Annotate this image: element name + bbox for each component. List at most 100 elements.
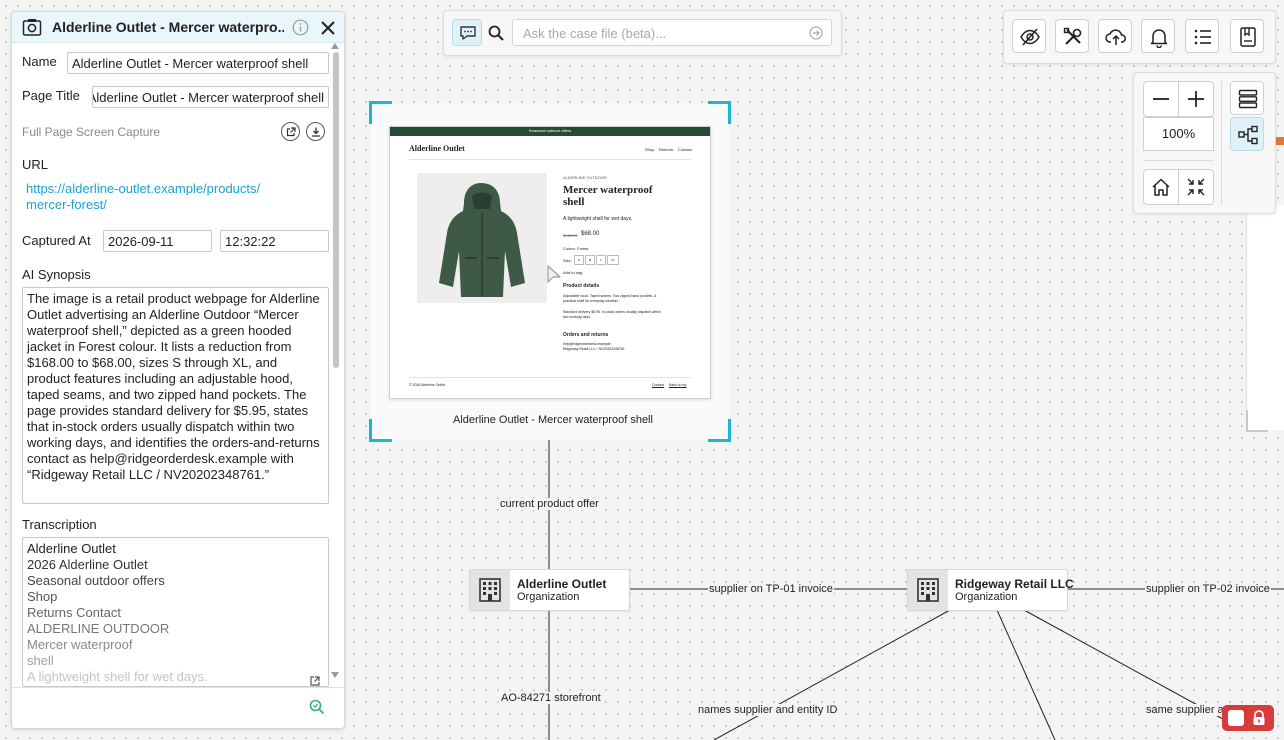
transcription-line: 2026 Alderline Outlet [27,557,148,572]
cloud-upload-button[interactable] [1098,19,1132,53]
zoom-in-button[interactable] [1178,81,1214,117]
edge-label-names-supplier[interactable]: names supplier and entity ID [697,704,839,716]
url-link-line2[interactable]: mercer-forest/ [26,196,107,213]
submit-arrow-icon[interactable] [809,26,823,40]
selection-corner-tl [369,101,392,124]
panel-footer-divider [12,687,344,688]
zoom-controls: 100% [1133,72,1276,214]
thumb-old-price: $168.00 [563,233,578,238]
zoom-divider [1143,160,1214,161]
offscreen-card-frame-corner [1246,410,1268,432]
list-icon [1194,29,1211,45]
thumb-eyebrow: ALDERLINE OUTDOOR [563,175,607,180]
thumb-delivery-text-2: two working days. [563,315,591,319]
selection-corner-tr [708,101,731,124]
hide-button[interactable] [1012,19,1046,53]
layout-list-button[interactable] [1230,81,1264,115]
thumb-nav-returns: Returns [659,147,674,152]
search-input[interactable]: Ask the case file (beta)... [512,19,832,46]
transcription-line: Mercer waterproof [27,637,133,652]
expand-icon[interactable] [309,675,321,687]
ai-synopsis-text[interactable]: The image is a retail product webpage fo… [22,287,329,504]
transcription-line: Seasonal outdoor offers [27,573,165,588]
open-external-icon [286,127,296,137]
clipboard-icon [1240,27,1256,47]
home-button[interactable] [1143,169,1179,205]
name-field[interactable]: Alderline Outlet - Mercer waterproof she… [67,52,329,74]
page-title-label: Page Title [22,88,80,103]
tools-button[interactable] [1055,19,1089,53]
page-title-value: Alderline Outlet - Mercer waterproof she… [92,90,324,105]
layout-tree-button[interactable] [1230,117,1264,151]
thumb-details-text-1: Adjustable hood. Taped seams. Two zipped… [563,294,657,298]
bell-icon [1150,29,1168,48]
url-link-line1[interactable]: https://alderline-outlet.example/product… [26,180,260,197]
edge-label-same-supplier[interactable]: same supplier ar [1145,704,1229,716]
screenshot-node[interactable]: Seasonal outdoor offers Alderline Outlet… [369,101,731,442]
fit-view-button[interactable] [1178,169,1214,205]
thumb-orders-heading: Orders and returns [563,332,609,338]
offscreen-card[interactable] [1246,205,1284,430]
tree-layout-icon [1238,125,1258,145]
thumb-details-heading: Product details [563,283,600,289]
building-icon [470,570,510,610]
ai-synopsis-label: AI Synopsis [22,267,91,282]
list-button[interactable] [1185,19,1219,53]
thumb-divider [409,159,691,160]
node-type: Organization [517,591,580,603]
open-external-button[interactable] [281,122,300,141]
thumb-size-label: Size: [563,258,572,263]
zoom-search-icon[interactable] [309,699,325,715]
collapse-arrows-icon [1187,178,1205,196]
info-icon[interactable] [292,19,309,36]
notifications-button[interactable] [1141,19,1175,53]
thumb-size-xl: XL [607,255,619,265]
transcription-line: Alderline Outlet [27,541,116,556]
chat-toggle-button[interactable] [452,19,482,46]
url-label: URL [22,157,49,172]
node-ridgeway-retail[interactable]: Ridgeway Retail LLC Organization [907,569,1074,611]
thumb-footer-top: Back to top [669,383,687,387]
home-icon [1152,178,1170,196]
minus-icon [1153,98,1169,100]
download-button[interactable] [306,122,325,141]
stacked-rows-icon [1238,89,1258,109]
zoom-out-button[interactable] [1143,81,1179,117]
thumb-banner-text: Seasonal outdoor offers [528,128,572,133]
page-title-field[interactable]: Alderline Outlet - Mercer waterproof she… [92,86,329,108]
details-panel: Alderline Outlet - Mercer waterpro... Na… [11,11,345,729]
thumb-nav-contact: Contact [678,147,692,152]
camera-icon [22,19,42,36]
thumb-size-m: M [585,255,595,265]
download-icon [312,127,320,137]
eye-slash-icon [1020,28,1040,46]
edge-label-supplier-tp01[interactable]: supplier on TP-01 invoice [708,583,834,595]
zoom-level[interactable]: 100% [1143,117,1214,151]
search-icon[interactable] [487,24,505,42]
scroll-down-arrow[interactable] [331,672,339,678]
screenshot-thumbnail[interactable]: Seasonal outdoor offers Alderline Outlet… [389,126,711,399]
captured-time-field[interactable]: 12:32:22 [220,230,329,252]
checkbox-icon [1228,710,1244,726]
edge-label-supplier-tp02[interactable]: supplier on TP-02 invoice [1145,583,1271,595]
captured-date-field[interactable]: 2026-09-11 [103,230,212,252]
clipboard-button[interactable] [1230,19,1264,53]
cursor-icon [547,265,561,283]
edge-label-storefront[interactable]: AO-84271 storefront [500,692,602,704]
close-icon[interactable] [320,20,336,36]
top-right-toolbar [1003,10,1276,64]
panel-scrollbar[interactable] [333,52,339,368]
thumb-delivery-text-1: Standard delivery $5.95. In-stock orders… [563,310,661,314]
thumb-nav-shop: Shop [645,147,655,152]
transcription-line: Returns Contact [27,605,121,620]
edge-label-current-offer[interactable]: current product offer [499,498,600,510]
thumb-size-l: L [596,255,606,265]
thumb-size-s: S [574,255,584,265]
lock-badge[interactable] [1222,705,1274,731]
node-alderline-outlet[interactable]: Alderline Outlet Organization [469,569,630,611]
name-value: Alderline Outlet - Mercer waterproof she… [72,56,309,71]
transcription-line: shell [27,653,54,668]
transcription-box[interactable]: Alderline Outlet 2026 Alderline Outlet S… [22,537,329,687]
scroll-up-arrow[interactable] [331,43,339,49]
capture-type-label: Full Page Screen Capture [22,125,161,139]
